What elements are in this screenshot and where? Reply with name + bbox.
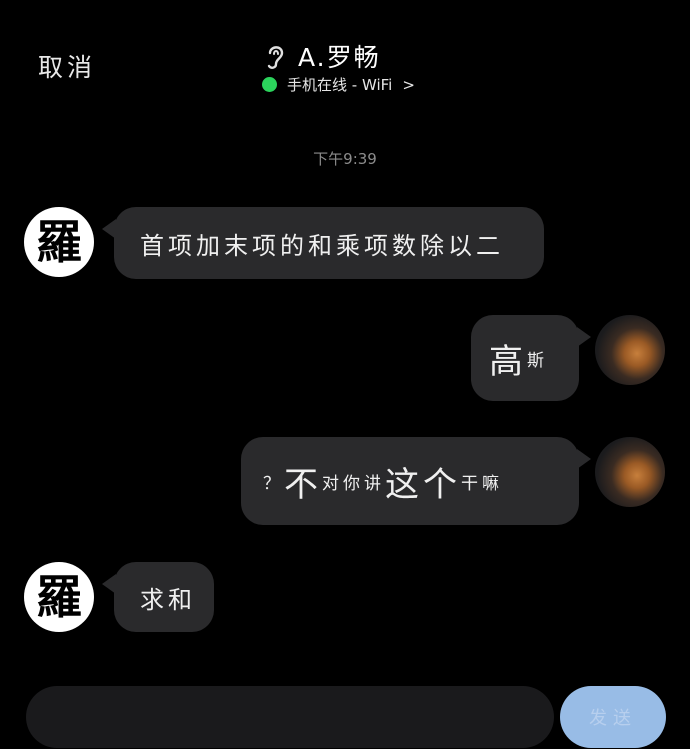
message-input[interactable] — [26, 686, 554, 748]
user-avatar[interactable] — [595, 437, 665, 507]
message-text: 斯 — [527, 350, 548, 371]
status-text: 手机在线 - WiFi — [287, 76, 393, 94]
send-button[interactable]: 发送 — [560, 686, 666, 748]
message-bubble-outgoing[interactable]: ？ 不 对你讲 这个 干嘛 — [241, 437, 591, 525]
message-text: 首项加末项的和乘项数除以二 — [140, 231, 504, 260]
chat-header: 取消 A.罗畅 手机在线 - WiFi > — [0, 0, 690, 110]
avatar-char: 羅 — [36, 215, 82, 269]
user-avatar[interactable] — [595, 315, 665, 385]
avatar-char: 羅 — [36, 570, 82, 624]
message-text: ？ — [263, 473, 284, 494]
online-status[interactable]: 手机在线 - WiFi > — [262, 74, 415, 95]
contact-name: A.罗畅 — [298, 43, 381, 72]
message-text: 求和 — [140, 585, 196, 614]
message-text: 干嘛 — [461, 473, 503, 494]
message-bubble-incoming[interactable]: 首项加末项的和乘项数除以二 — [102, 207, 544, 279]
message-text: 这个 — [385, 464, 461, 505]
contact-avatar[interactable]: 羅 — [24, 207, 94, 277]
message-text: 对你讲 — [322, 473, 385, 494]
message-bubble-incoming[interactable]: 求和 — [102, 562, 214, 632]
chevron-right-icon: > — [402, 75, 415, 94]
message-text: 高 — [489, 341, 527, 382]
contact-title[interactable]: A.罗畅 — [262, 38, 381, 74]
send-label: 发送 — [589, 708, 637, 729]
ear-icon — [267, 46, 284, 69]
message-text: 不 — [284, 464, 322, 505]
contact-avatar[interactable]: 羅 — [24, 562, 94, 632]
online-indicator — [262, 77, 277, 92]
message-timestamp: 下午9:39 — [313, 150, 377, 168]
message-bubble-outgoing[interactable]: 高 斯 — [471, 315, 591, 401]
cancel-button[interactable]: 取消 — [38, 48, 96, 84]
